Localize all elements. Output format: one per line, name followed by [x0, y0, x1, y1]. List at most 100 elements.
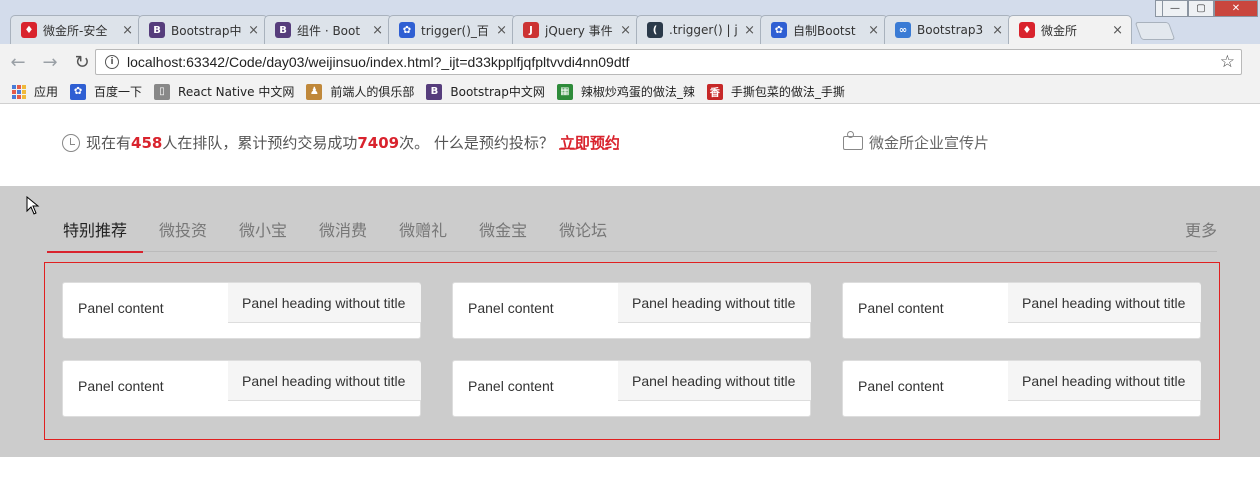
xiachufang-icon: 香 [706, 83, 723, 100]
panel-card: Panel content Panel heading without title [842, 360, 1201, 417]
promo-video-link[interactable]: 微金所企业宣传片 [843, 130, 990, 153]
bookmark-label: 应用 [34, 85, 59, 99]
panel-content: Panel content [468, 300, 554, 316]
category-tab[interactable]: 微论坛 [543, 214, 623, 252]
tab-title: 微金所-安全 [43, 23, 108, 38]
panel-content: Panel content [78, 300, 164, 316]
panel-card: Panel content Panel heading without title [452, 360, 811, 417]
window-controls: — ▢ ✕ [1162, 0, 1258, 17]
category-tabs: 特别推荐 微投资 微小宝 微消费 微赠礼 微金宝 微论坛 更多 [47, 214, 1217, 253]
tab-title: trigger()_百 [421, 23, 489, 38]
bookmark-label: 百度一下 [94, 85, 143, 99]
browser-tab[interactable]: B 组件 · Boot × [264, 15, 392, 44]
product-section: 特别推荐 微投资 微小宝 微消费 微赠礼 微金宝 微论坛 更多 Panel content Pa… [0, 186, 1260, 457]
weijinsuo-logo-icon: ♦ [21, 22, 37, 38]
category-tab[interactable]: 微小宝 [223, 214, 303, 252]
panel-heading: Panel heading without title [618, 361, 811, 401]
new-tab-button[interactable] [1134, 22, 1176, 40]
jquery-api-logo-icon: ( [647, 22, 663, 38]
bookmark-label: Bootstrap中文网 [450, 85, 545, 99]
category-tab[interactable]: 特别推荐 [47, 214, 144, 253]
bookmark-label: 辣椒炒鸡蛋的做法_辣 [580, 85, 695, 99]
bookmark-item[interactable]: 应用 [12, 83, 58, 100]
panel-content: Panel content [858, 378, 944, 394]
bookmark-item[interactable]: ▦ 辣椒炒鸡蛋的做法_辣 [556, 83, 695, 100]
browser-tab[interactable]: ✿ trigger()_百 × [388, 15, 516, 44]
panel-card: Panel content Panel heading without title [62, 360, 421, 417]
category-tab[interactable]: 微消费 [303, 214, 383, 252]
more-link[interactable]: 更多 [1185, 217, 1217, 241]
browser-tab[interactable]: ✿ 自制Bootst × [760, 15, 888, 44]
bookmark-item[interactable]: ♟ 前端人的俱乐部 [306, 83, 414, 100]
browser-tab[interactable]: ♦ 微金所-安全 × [10, 15, 142, 44]
close-tab-icon[interactable]: × [372, 23, 383, 38]
bootstrap-icon: B [426, 83, 443, 100]
forward-button[interactable]: → [36, 48, 64, 76]
close-tab-icon[interactable]: × [496, 23, 507, 38]
close-tab-icon[interactable]: × [122, 23, 133, 38]
cloud-logo-icon: ∞ [895, 22, 911, 38]
panel-content: Panel content [858, 300, 944, 316]
close-tab-icon[interactable]: × [744, 23, 755, 38]
panel-heading: Panel heading without title [1008, 361, 1201, 401]
reserve-now-link[interactable]: 立即预约 [560, 132, 620, 153]
bookmark-item[interactable]: B Bootstrap中文网 [426, 83, 545, 100]
success-count: 7409 [357, 133, 400, 152]
queue-suffix: 次。 什么是预约投标？ [399, 134, 554, 152]
minimize-button[interactable]: — [1162, 0, 1188, 17]
panel-content: Panel content [78, 378, 164, 394]
person-icon: ♟ [306, 83, 323, 100]
reload-button[interactable]: ↻ [68, 48, 96, 76]
browser-tab[interactable]: (.trigger() | j × [636, 15, 764, 44]
bookmark-item[interactable]: ▯ React Native 中文网 [154, 83, 294, 100]
browser-tab[interactable]: ♦ 微金所 × [1008, 15, 1132, 44]
promo-label: 微金所企业宣传片 [869, 134, 990, 152]
bookmark-item[interactable]: 香手撕包菜的做法_手撕 [706, 83, 845, 100]
back-button[interactable]: ← [4, 48, 32, 76]
browser-tab[interactable]: JjQuery 事件 × [512, 15, 640, 44]
panel-card: Panel content Panel heading without title [842, 282, 1201, 339]
bookmark-label: 手撕包菜的做法_手撕 [730, 85, 845, 99]
baidu-paw-icon: ✿ [399, 22, 415, 38]
close-tab-icon[interactable]: × [992, 23, 1003, 38]
tab-title: Bootstrap3 [917, 23, 984, 37]
close-window-button[interactable]: ✕ [1214, 0, 1258, 17]
tab-title: 组件 · Boot [297, 23, 361, 38]
close-tab-icon[interactable]: × [248, 23, 259, 38]
page-icon: ▯ [154, 83, 171, 100]
category-tab[interactable]: 微金宝 [463, 214, 543, 252]
jquery-logo-icon: J [523, 22, 539, 38]
browser-tab[interactable]: B Bootstrap中 × [138, 15, 268, 44]
video-camera-icon [843, 130, 863, 150]
queue-count: 458 [131, 133, 163, 152]
bookmark-label: React Native 中文网 [178, 85, 295, 99]
close-tab-icon[interactable]: × [620, 23, 631, 38]
panel-heading: Panel heading without title [228, 361, 421, 401]
panel-card: Panel content Panel heading without title [452, 282, 811, 339]
tab-title: jQuery 事件 [545, 23, 613, 38]
panel-card: Panel content Panel heading without title [62, 282, 421, 339]
address-bar[interactable]: i localhost:63342/Code/day03/weijinsuo/i… [95, 49, 1242, 75]
bookmark-star-icon[interactable]: ☆ [1220, 52, 1235, 72]
weijinsuo-logo-icon: ♦ [1019, 22, 1035, 38]
bookmarks-bar: 应用 ✿ 百度一下 ▯ React Native 中文网 ♟ 前端人的俱乐部 B Bootstr… [0, 80, 1260, 104]
close-tab-icon[interactable]: × [868, 23, 879, 38]
close-tab-icon[interactable]: × [1112, 23, 1123, 38]
panel-content: Panel content [468, 378, 554, 394]
maximize-button[interactable]: ▢ [1188, 0, 1214, 17]
tab-title: 自制Bootst [793, 23, 856, 38]
recipe-icon: ▦ [556, 83, 573, 100]
browser-tab[interactable]: ∞ Bootstrap3 × [884, 15, 1012, 44]
category-tab[interactable]: 微投资 [143, 214, 223, 252]
tab-title: 微金所 [1041, 23, 1078, 38]
panel-heading: Panel heading without title [1008, 283, 1201, 323]
category-tab[interactable]: 微赠礼 [383, 214, 463, 252]
panel-heading: Panel heading without title [618, 283, 811, 323]
info-icon[interactable]: i [105, 55, 119, 69]
bootstrap-logo-icon: B [149, 22, 165, 38]
mouse-cursor-icon [26, 196, 40, 215]
url-text[interactable]: localhost:63342/Code/day03/weijinsuo/ind… [127, 54, 629, 70]
bookmark-item[interactable]: ✿ 百度一下 [70, 83, 142, 100]
panel-grid: Panel content Panel heading without title… [44, 262, 1220, 440]
alarm-clock-icon [62, 133, 80, 152]
